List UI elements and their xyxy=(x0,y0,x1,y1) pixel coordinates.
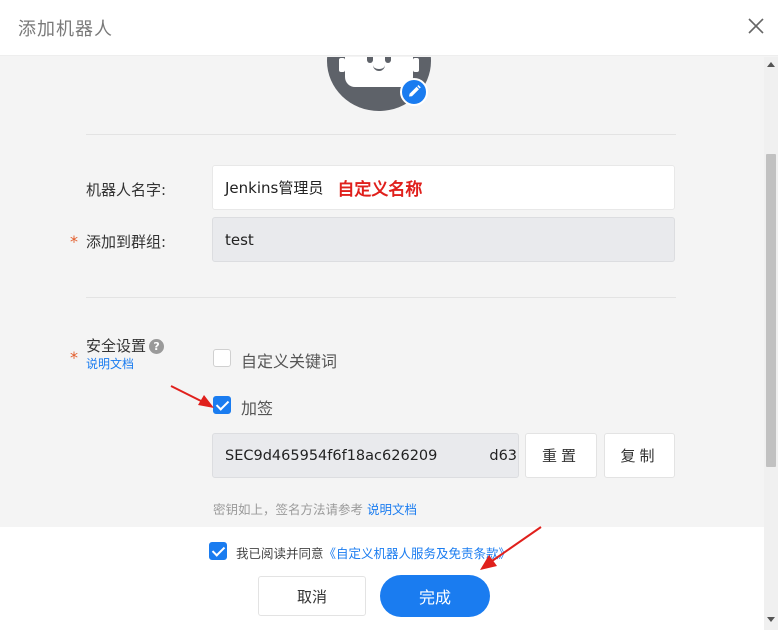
agree-prefix: 我已阅读并同意 xyxy=(236,546,324,561)
close-icon[interactable] xyxy=(746,16,766,36)
dialog-title: 添加机器人 xyxy=(18,19,113,40)
vertical-scrollbar[interactable] xyxy=(764,57,778,630)
sign-option-label: 加签 xyxy=(241,399,274,418)
help-icon[interactable]: ? xyxy=(149,339,165,354)
agree-checkbox[interactable] xyxy=(209,542,227,560)
edit-avatar-button[interactable] xyxy=(400,78,428,106)
robot-ear-icon xyxy=(413,58,419,72)
scroll-thumb[interactable] xyxy=(766,154,776,467)
secret-field[interactable]: SEC9d465954f6f18ac626209 d63 xyxy=(212,433,519,478)
pencil-icon xyxy=(409,85,421,97)
copy-button[interactable]: 复制 xyxy=(604,433,675,478)
keyword-option-label: 自定义关键词 xyxy=(241,352,338,371)
group-label: 添加到群组: xyxy=(86,233,167,251)
secret-hint: 密钥如上，签名方法请参考 说明文档 xyxy=(213,499,417,518)
reset-button[interactable]: 重置 xyxy=(525,433,597,478)
scroll-down-icon[interactable] xyxy=(767,617,775,622)
required-mark: * xyxy=(70,232,78,251)
dialog-header: 添加机器人 xyxy=(0,0,778,56)
keyword-checkbox[interactable] xyxy=(213,349,231,367)
sign-checkbox[interactable] xyxy=(213,396,231,414)
name-annotation: 自定义名称 xyxy=(337,180,423,200)
secret-hint-doc-link[interactable]: 说明文档 xyxy=(367,502,417,517)
scroll-up-icon[interactable] xyxy=(767,62,775,67)
robot-name-input[interactable]: Jenkins管理员 自定义名称 xyxy=(212,165,675,210)
divider xyxy=(86,134,676,135)
cancel-button[interactable]: 取消 xyxy=(258,576,366,616)
required-mark: * xyxy=(70,348,78,367)
secret-value: SEC9d465954f6f18ac626209 xyxy=(225,447,438,464)
robot-name-label: 机器人名字: xyxy=(86,181,167,199)
robot-name-value: Jenkins管理员 xyxy=(225,179,324,197)
dialog-footer: 我已阅读并同意《自定义机器人服务及免责条款》 取消 完成 xyxy=(0,527,764,630)
secret-hint-text: 密钥如上，签名方法请参考 xyxy=(213,502,364,517)
divider xyxy=(86,297,676,298)
agree-text: 我已阅读并同意《自定义机器人服务及免责条款》 xyxy=(236,543,511,562)
done-button[interactable]: 完成 xyxy=(380,575,490,617)
dialog-body: 机器人名字: Jenkins管理员 自定义名称 * 添加到群组: test * … xyxy=(0,57,764,527)
group-input: test xyxy=(212,217,675,262)
redaction-blur xyxy=(439,444,487,464)
secret-tail: d63 xyxy=(489,447,518,464)
security-label: 安全设置? xyxy=(86,335,165,356)
group-value: test xyxy=(225,230,254,249)
security-label-text: 安全设置 xyxy=(86,337,147,355)
terms-link[interactable]: 《自定义机器人服务及免责条款》 xyxy=(324,546,512,561)
doc-link[interactable]: 说明文档 xyxy=(86,355,134,372)
